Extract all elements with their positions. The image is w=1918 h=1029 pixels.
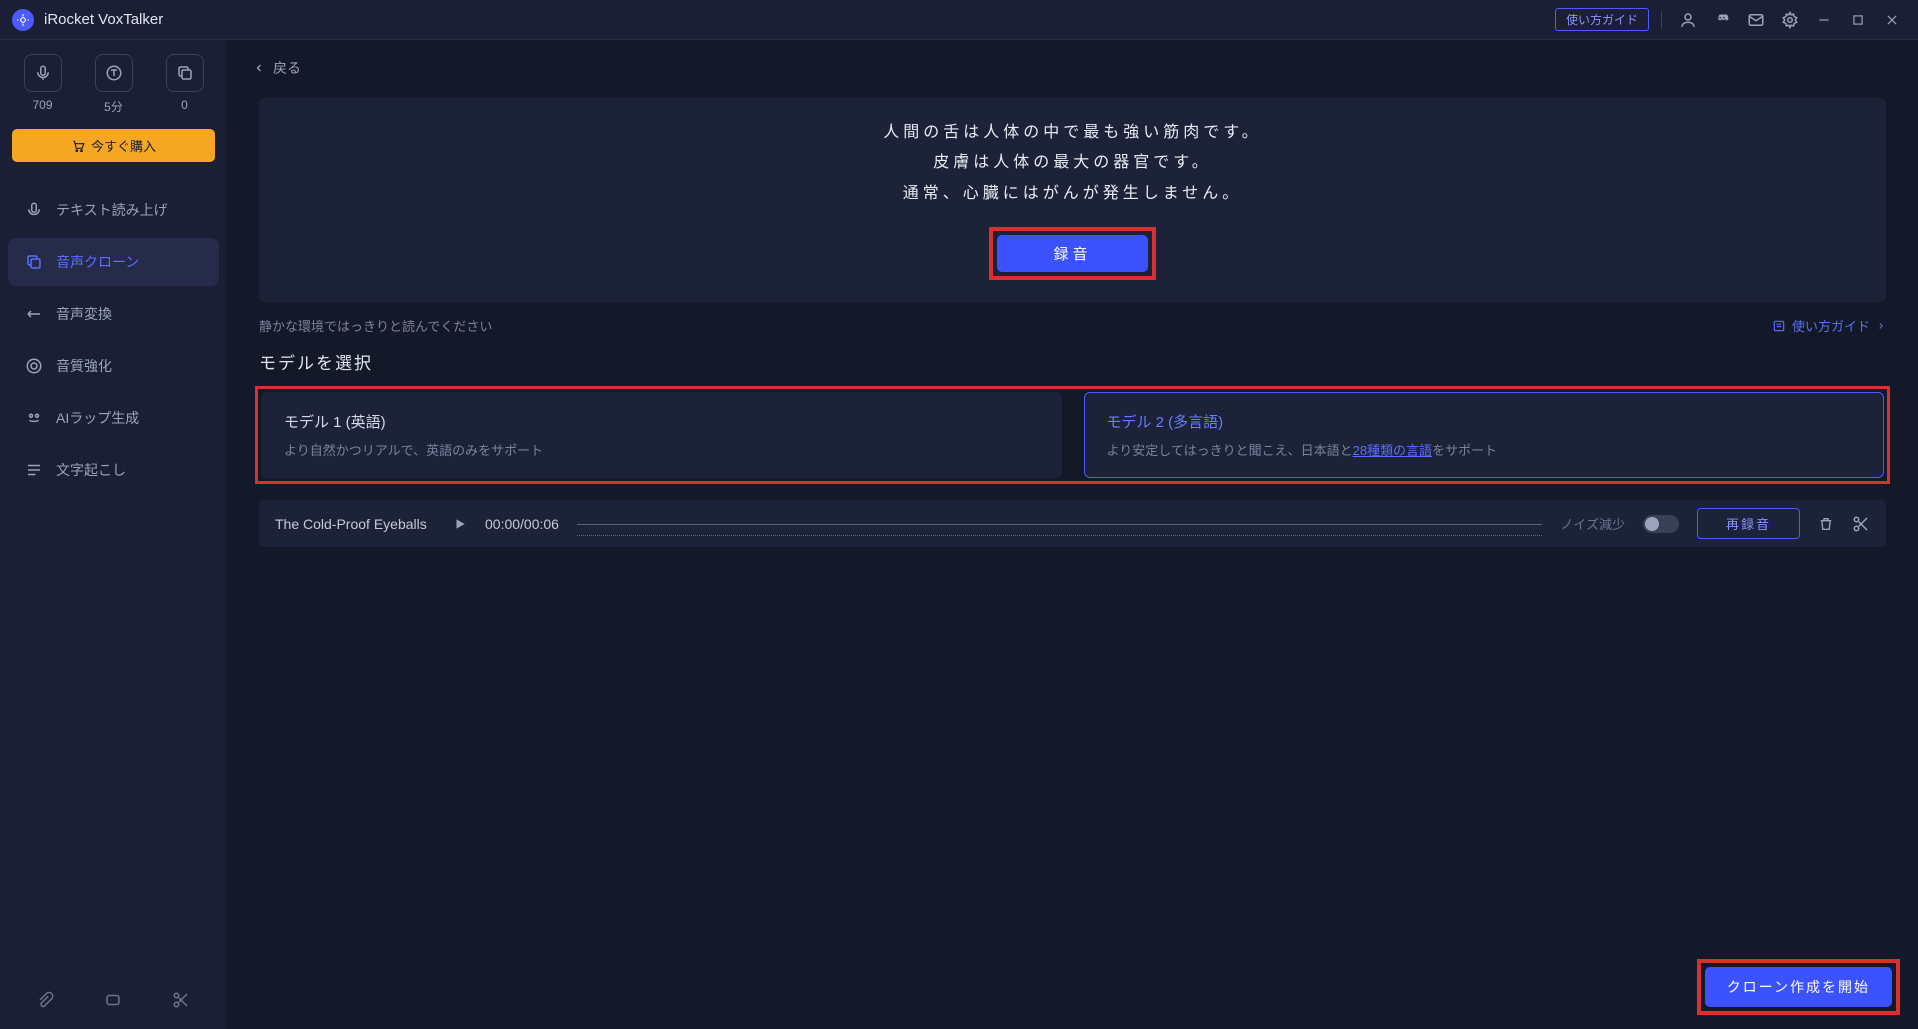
sidebar-nav: テキスト読み上げ 音声クローン 音声変換 音質強化 — [0, 176, 227, 504]
close-icon[interactable] — [1878, 6, 1906, 34]
chevron-left-icon — [253, 62, 265, 74]
nav-label: AIラップ生成 — [56, 408, 139, 428]
nav-voice-clone[interactable]: 音声クローン — [8, 238, 219, 286]
model-desc-pre: より安定してはっきりと聞こえ、日本語と — [1107, 443, 1353, 458]
hint-row: 静かな環境ではっきりと読んでください 使い方ガイド — [227, 302, 1918, 335]
stat-value: 709 — [32, 98, 52, 112]
cart-icon — [71, 139, 85, 153]
waveform-line — [577, 524, 1542, 525]
script-line: 人間の舌は人体の中で最も強い筋肉です。 — [883, 118, 1261, 148]
model-desc: より安定してはっきりと聞こえ、日本語と28種類の言語をサポート — [1107, 440, 1862, 459]
stat-credits[interactable]: 709 — [24, 54, 62, 115]
enhance-icon — [24, 357, 44, 375]
highlight-box: モデル 1 (英語) より自然かつリアルで、英語のみをサポート モデル 2 (多… — [255, 386, 1890, 484]
text-icon — [95, 54, 133, 92]
usage-guide-button[interactable]: 使い方ガイド — [1555, 8, 1649, 31]
nav-tts[interactable]: テキスト読み上げ — [8, 186, 219, 234]
model-desc-post: をサポート — [1432, 443, 1497, 458]
nav-label: 音声変換 — [56, 304, 112, 324]
model-desc: より自然かつリアルで、英語のみをサポート — [284, 440, 1039, 459]
tts-icon — [24, 201, 44, 219]
waveform[interactable] — [577, 510, 1542, 538]
divider — [1661, 11, 1662, 29]
script-line: 通常、心臓にはがんが発生しません。 — [883, 179, 1261, 209]
mail-icon[interactable] — [1742, 6, 1770, 34]
highlight-box: 録音 — [989, 227, 1155, 280]
nav-enhance[interactable]: 音質強化 — [8, 342, 219, 390]
mic-icon — [24, 54, 62, 92]
script-text: 人間の舌は人体の中で最も強い筋肉です。 皮膚は人体の最大の器官です。 通常、心臓… — [883, 118, 1261, 209]
model-section-title: モデルを選択 — [227, 335, 1918, 376]
stat-clones[interactable]: 0 — [166, 54, 204, 115]
guide-link[interactable]: 使い方ガイド — [1772, 316, 1886, 335]
stat-value: 0 — [181, 98, 188, 112]
nav-label: 音声クローン — [56, 252, 139, 272]
nav-transcribe[interactable]: 文字起こし — [8, 446, 219, 494]
recording-row: The Cold-Proof Eyeballs 00:00/00:06 ノイズ減… — [259, 500, 1886, 547]
app-logo-icon — [12, 9, 34, 31]
app-title: iRocket VoxTalker — [44, 11, 163, 28]
transcribe-icon — [24, 461, 44, 479]
loop-icon[interactable] — [104, 991, 122, 1009]
rerecord-button[interactable]: 再録音 — [1697, 508, 1800, 539]
list-icon — [1772, 319, 1786, 333]
titlebar-right: 使い方ガイド — [1555, 6, 1906, 34]
copy-icon — [166, 54, 204, 92]
model-row: モデル 1 (英語) より自然かつリアルで、英語のみをサポート モデル 2 (多… — [261, 392, 1884, 478]
back-button[interactable]: 戻る — [227, 40, 1918, 90]
change-icon — [24, 305, 44, 323]
model-title: モデル 1 (英語) — [284, 411, 1039, 432]
stat-minutes[interactable]: 5分 — [95, 54, 133, 115]
model-card-2[interactable]: モデル 2 (多言語) より安定してはっきりと聞こえ、日本語と28種類の言語をサ… — [1084, 392, 1885, 478]
highlight-box: クローン作成を開始 — [1697, 959, 1900, 1015]
minimize-icon[interactable] — [1810, 6, 1838, 34]
attach-icon[interactable] — [37, 991, 55, 1009]
stats-row: 709 5分 0 — [12, 54, 215, 115]
bottom-tools — [0, 971, 227, 1029]
record-button[interactable]: 録音 — [997, 235, 1147, 272]
back-label: 戻る — [273, 58, 301, 78]
maximize-icon[interactable] — [1844, 6, 1872, 34]
noise-reduction-label: ノイズ減少 — [1560, 514, 1625, 533]
trim-icon[interactable] — [1852, 515, 1870, 533]
clone-icon — [24, 253, 44, 271]
model-title: モデル 2 (多言語) — [1107, 411, 1862, 432]
play-icon[interactable] — [453, 517, 467, 531]
nav-label: 音質強化 — [56, 356, 112, 376]
nav-label: 文字起こし — [56, 460, 126, 480]
main-content: 戻る 人間の舌は人体の中で最も強い筋肉です。 皮膚は人体の最大の器官です。 通常… — [227, 40, 1918, 1029]
recording-time: 00:00/00:06 — [485, 516, 559, 532]
rap-icon — [24, 409, 44, 427]
languages-link[interactable]: 28種類の言語 — [1353, 443, 1432, 458]
recording-name: The Cold-Proof Eyeballs — [275, 516, 435, 532]
buy-now-label: 今すぐ購入 — [91, 136, 156, 155]
titlebar-left: iRocket VoxTalker — [12, 9, 163, 31]
model-card-1[interactable]: モデル 1 (英語) より自然かつリアルで、英語のみをサポート — [261, 392, 1062, 478]
hint-text: 静かな環境ではっきりと読んでください — [259, 316, 492, 335]
nav-label: テキスト読み上げ — [56, 200, 168, 220]
settings-icon[interactable] — [1776, 6, 1804, 34]
script-line: 皮膚は人体の最大の器官です。 — [883, 148, 1261, 178]
stat-value: 5分 — [104, 98, 123, 115]
delete-icon[interactable] — [1818, 516, 1834, 532]
nav-voice-change[interactable]: 音声変換 — [8, 290, 219, 338]
sidebar: 709 5分 0 今すぐ購入 — [0, 40, 227, 1029]
user-icon[interactable] — [1674, 6, 1702, 34]
titlebar: iRocket VoxTalker 使い方ガイド — [0, 0, 1918, 40]
guide-link-label: 使い方ガイド — [1792, 316, 1870, 335]
nav-rap[interactable]: AIラップ生成 — [8, 394, 219, 442]
start-clone-button[interactable]: クローン作成を開始 — [1705, 967, 1892, 1007]
waveform-dots — [577, 535, 1542, 536]
buy-now-button[interactable]: 今すぐ購入 — [12, 129, 215, 162]
script-panel: 人間の舌は人体の中で最も強い筋肉です。 皮膚は人体の最大の器官です。 通常、心臓… — [259, 98, 1886, 302]
scissors-icon[interactable] — [172, 991, 190, 1009]
discord-icon[interactable] — [1708, 6, 1736, 34]
toggle-knob — [1645, 517, 1659, 531]
chevron-right-icon — [1876, 321, 1886, 331]
noise-toggle[interactable] — [1643, 515, 1679, 533]
